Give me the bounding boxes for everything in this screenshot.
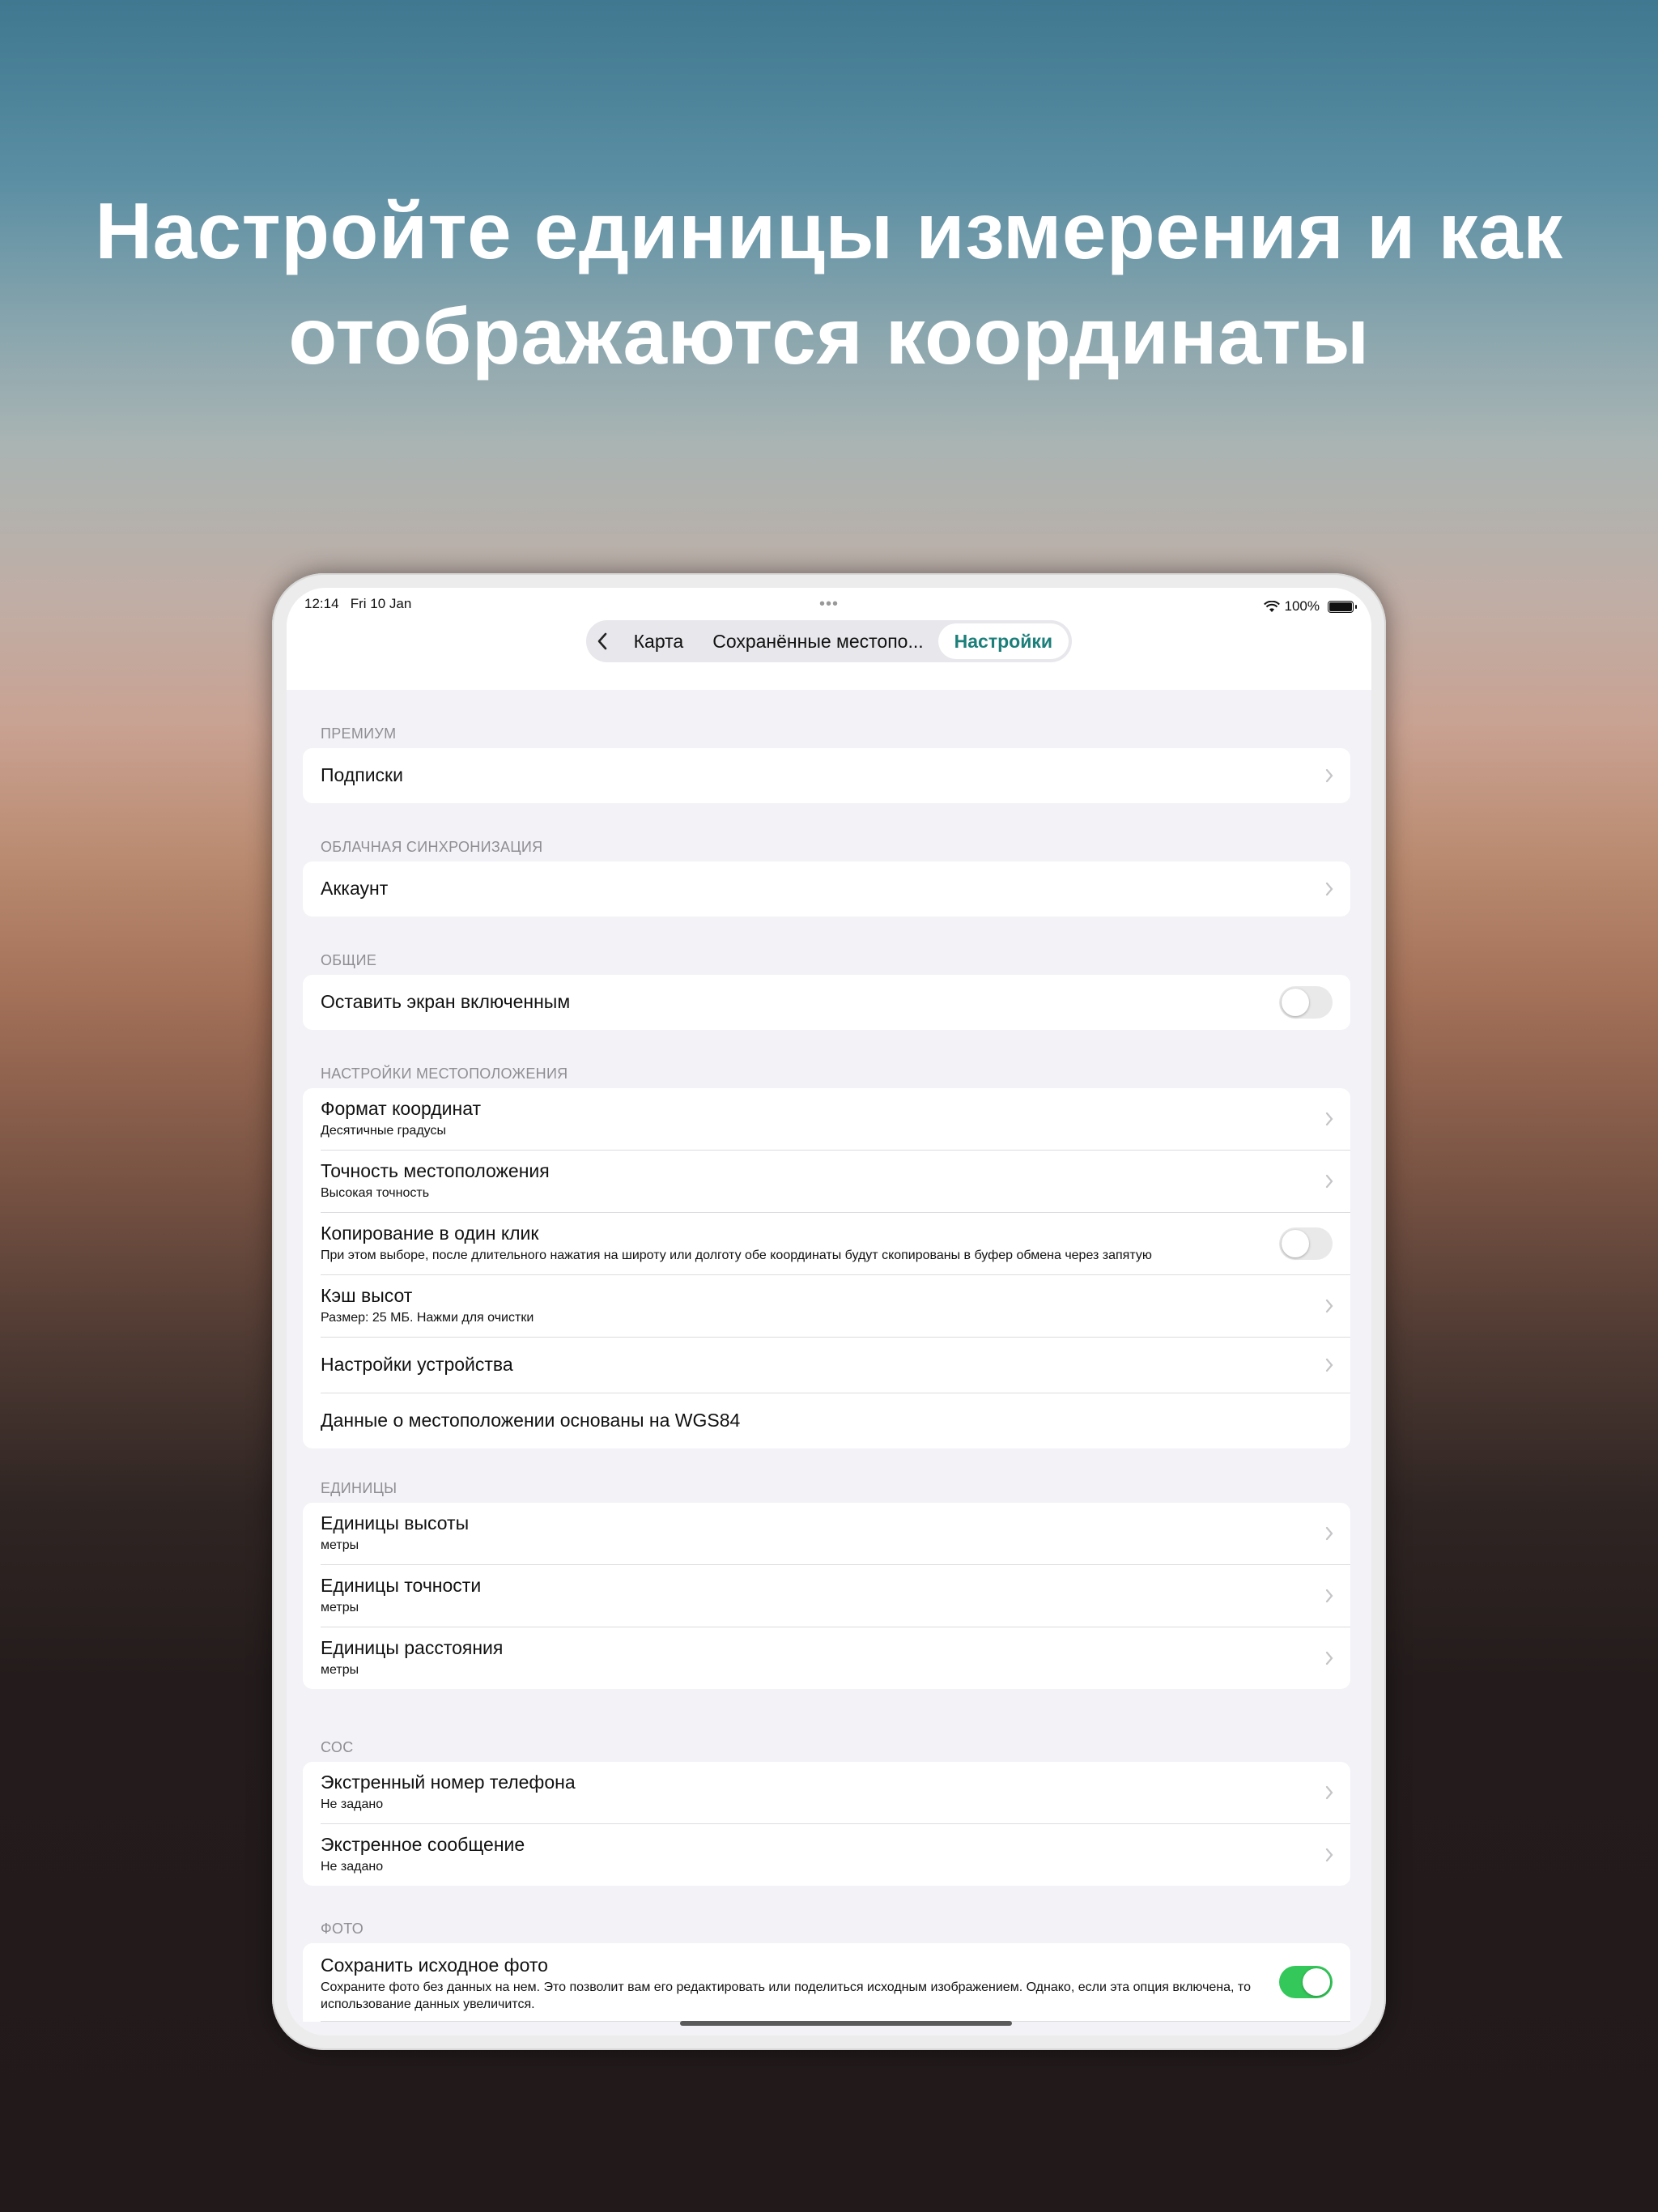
status-time-date: 12:14 Fri 10 Jan	[304, 596, 411, 617]
status-time: 12:14	[304, 596, 339, 611]
chevron-right-icon	[1325, 1174, 1333, 1189]
section-title-location: НАСТРОЙКИ МЕСТОПОЛОЖЕНИЯ	[321, 1066, 568, 1082]
row-distance-units[interactable]: Единицы расстояния метры	[321, 1627, 1350, 1689]
row-title: Оставить экран включенным	[321, 991, 571, 1012]
row-subtitle: метры	[321, 1663, 359, 1677]
group-cloud-sync: Аккаунт	[303, 861, 1350, 917]
row-title: Формат координат	[321, 1098, 482, 1119]
row-title: Настройки устройства	[321, 1354, 513, 1375]
row-accuracy-units[interactable]: Единицы точности метры	[321, 1565, 1350, 1627]
chevron-left-icon	[598, 632, 607, 650]
row-title: Единицы высоты	[321, 1512, 470, 1534]
save-original-photo-toggle[interactable]	[1279, 1966, 1333, 1998]
one-click-copy-toggle[interactable]	[1279, 1227, 1333, 1260]
row-title: Кэш высот	[321, 1285, 413, 1306]
chevron-right-icon	[1325, 882, 1333, 896]
tab-settings[interactable]: Настройки	[937, 623, 1069, 659]
headline: Настройте единицы измерения и как отобра…	[0, 178, 1658, 389]
row-wgs84-info: Данные о местоположении основаны на WGS8…	[321, 1393, 1350, 1448]
row-title: Единицы точности	[321, 1575, 482, 1596]
row-elevation-units[interactable]: Единицы высоты метры	[321, 1503, 1350, 1565]
row-subtitle: метры	[321, 1601, 359, 1614]
group-units: Единицы высоты метры Единицы точности ме…	[303, 1503, 1350, 1689]
group-premium: Подписки	[303, 748, 1350, 803]
row-subtitle: Десятичные градусы	[321, 1124, 446, 1138]
section-title-cloud-sync: ОБЛАЧНАЯ СИНХРОНИЗАЦИЯ	[321, 839, 543, 855]
row-title: Данные о местоположении основаны на WGS8…	[321, 1410, 741, 1431]
row-title: Экстренное сообщение	[321, 1834, 525, 1855]
row-save-original-photo: Сохранить исходное фото Сохраните фото б…	[321, 1943, 1350, 2022]
row-title: Подписки	[321, 764, 403, 785]
row-device-settings[interactable]: Настройки устройства	[321, 1338, 1350, 1393]
row-one-click-copy: Копирование в один клик При этом выборе,…	[321, 1213, 1350, 1275]
row-subtitle: При этом выборе, после длительного нажат…	[321, 1249, 1152, 1262]
row-account[interactable]: Аккаунт	[321, 861, 1350, 917]
section-title-sos: СОС	[321, 1739, 354, 1755]
home-indicator[interactable]	[680, 2021, 1012, 2026]
row-title: Копирование в один клик	[321, 1223, 539, 1244]
group-location: Формат координат Десятичные градусы Точн…	[303, 1088, 1350, 1448]
group-general: Оставить экран включенным	[303, 975, 1350, 1030]
row-title: Точность местоположения	[321, 1160, 550, 1181]
toggle-knob	[1303, 1968, 1330, 1996]
row-keep-screen-on: Оставить экран включенным	[321, 975, 1350, 1030]
headline-line-2: отображаются координаты	[288, 291, 1370, 381]
row-coordinate-format[interactable]: Формат координат Десятичные градусы	[321, 1088, 1350, 1151]
battery-icon	[1328, 600, 1357, 613]
row-emergency-phone[interactable]: Экстренный номер телефона Не задано	[321, 1762, 1350, 1824]
top-bar: 12:14 Fri 10 Jan ••• 100% Карта Сохранён…	[287, 588, 1371, 690]
group-photo: Сохранить исходное фото Сохраните фото б…	[303, 1943, 1350, 2022]
row-emergency-message[interactable]: Экстренное сообщение Не задано	[321, 1824, 1350, 1886]
row-subtitle: метры	[321, 1538, 359, 1552]
row-elevation-cache[interactable]: Кэш высот Размер: 25 МБ. Нажми для очист…	[321, 1275, 1350, 1338]
row-title: Единицы расстояния	[321, 1637, 504, 1658]
chevron-right-icon	[1325, 1651, 1333, 1665]
row-subscriptions[interactable]: Подписки	[321, 748, 1350, 803]
group-sos: Экстренный номер телефона Не задано Экст…	[303, 1762, 1350, 1886]
section-title-units: ЕДИНИЦЫ	[321, 1480, 397, 1496]
section-title-photo: ФОТО	[321, 1921, 364, 1937]
row-subtitle: Не задано	[321, 1860, 384, 1874]
keep-screen-on-toggle[interactable]	[1279, 986, 1333, 1019]
row-title: Сохранить исходное фото	[321, 1955, 548, 1976]
row-title: Экстренный номер телефона	[321, 1772, 576, 1793]
tablet-device-frame: 12:14 Fri 10 Jan ••• 100% Карта Сохранён…	[272, 573, 1386, 2050]
toggle-knob	[1282, 989, 1309, 1016]
chevron-right-icon	[1325, 1785, 1333, 1800]
row-subtitle: Сохраните фото без данных на нем. Это по…	[321, 1980, 1251, 2011]
row-subtitle: Размер: 25 МБ. Нажми для очистки	[321, 1311, 534, 1325]
back-button[interactable]	[586, 620, 619, 662]
battery-percentage: 100%	[1284, 598, 1320, 614]
wifi-icon	[1263, 600, 1280, 612]
chevron-right-icon	[1325, 1589, 1333, 1603]
toggle-knob	[1282, 1230, 1309, 1257]
chevron-right-icon	[1325, 1848, 1333, 1862]
row-subtitle: Не задано	[321, 1797, 384, 1811]
row-subtitle: Высокая точность	[321, 1186, 430, 1200]
chevron-right-icon	[1325, 1299, 1333, 1313]
chevron-right-icon	[1325, 768, 1333, 783]
headline-line-1: Настройте единицы измерения и как	[95, 186, 1563, 275]
multitasking-dots-icon[interactable]: •••	[813, 596, 845, 612]
section-title-premium: ПРЕМИУМ	[321, 725, 397, 742]
status-date: Fri 10 Jan	[350, 596, 412, 611]
row-location-accuracy[interactable]: Точность местоположения Высокая точность	[321, 1151, 1350, 1213]
chevron-right-icon	[1325, 1526, 1333, 1541]
status-indicators: 100%	[1263, 596, 1357, 617]
row-title: Аккаунт	[321, 878, 389, 899]
chevron-right-icon	[1325, 1358, 1333, 1372]
nav-segmented-control: Карта Сохранённые местопо... Настройки	[586, 620, 1072, 662]
tablet-screen: 12:14 Fri 10 Jan ••• 100% Карта Сохранён…	[287, 588, 1371, 2035]
tab-saved-locations[interactable]: Сохранённые местопо...	[698, 631, 937, 653]
section-title-general: ОБЩИЕ	[321, 952, 377, 968]
tab-map[interactable]: Карта	[619, 631, 699, 653]
chevron-right-icon	[1325, 1112, 1333, 1126]
